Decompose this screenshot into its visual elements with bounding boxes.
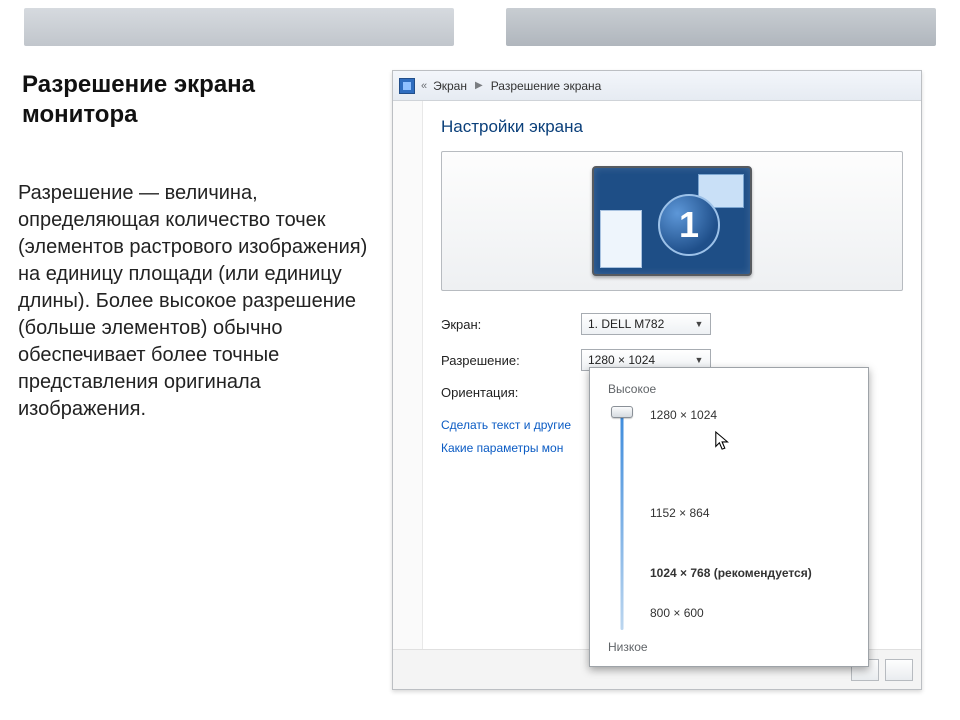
breadcrumb-root[interactable]: Экран [433,79,467,93]
slider-track [621,412,624,630]
slide-body-text: Разрешение — величина, определяющая коли… [18,180,368,423]
nav-strip [393,101,423,649]
breadcrumb-back-icon[interactable]: « [421,80,427,92]
breadcrumb-bar[interactable]: « Экран ▶ Разрешение экрана [393,71,921,101]
resolution-option-1[interactable]: 1152 × 864 [650,506,710,520]
resolution-select-value: 1280 × 1024 [588,353,655,367]
settings-window: « Экран ▶ Разрешение экрана Настройки эк… [392,70,922,690]
display-preview-area[interactable]: 1 [441,151,903,291]
section-title: Настройки экрана [441,117,903,137]
chevron-down-icon: ▼ [692,317,706,331]
control-panel-icon [399,78,415,94]
screen-select[interactable]: 1. DELL M782 ▼ [581,313,711,335]
resolution-popup[interactable]: Высокое 1280 × 1024 1152 × 864 1024 × 76… [589,367,869,667]
resolution-option-2[interactable]: 1024 × 768 (рекомендуется) [650,566,812,580]
preview-window-tall [600,210,642,268]
breadcrumb-current: Разрешение экрана [491,79,602,93]
screen-select-value: 1. DELL M782 [588,317,664,331]
chevron-right-icon: ▶ [473,80,485,91]
resolution-slider[interactable] [608,406,636,636]
resolution-option-3[interactable]: 800 × 600 [650,606,704,620]
dialog-button[interactable] [885,659,913,681]
mouse-cursor-icon [714,430,732,452]
resolution-option-0[interactable]: 1280 × 1024 [650,408,717,422]
slide-title: Разрешение экрана монитора [22,70,352,130]
chevron-down-icon: ▼ [692,353,706,367]
resolution-label: Разрешение: [441,353,581,368]
display-number-badge: 1 [658,194,720,256]
screen-label: Экран: [441,317,581,332]
accent-bar [24,8,454,46]
popup-low-label: Низкое [608,640,854,654]
popup-high-label: Высокое [608,382,854,396]
slide-top-accent [0,0,960,46]
orientation-label: Ориентация: [441,385,581,400]
accent-bar [506,8,936,46]
slider-thumb[interactable] [611,406,633,418]
display-preview-monitor[interactable]: 1 [592,166,752,276]
